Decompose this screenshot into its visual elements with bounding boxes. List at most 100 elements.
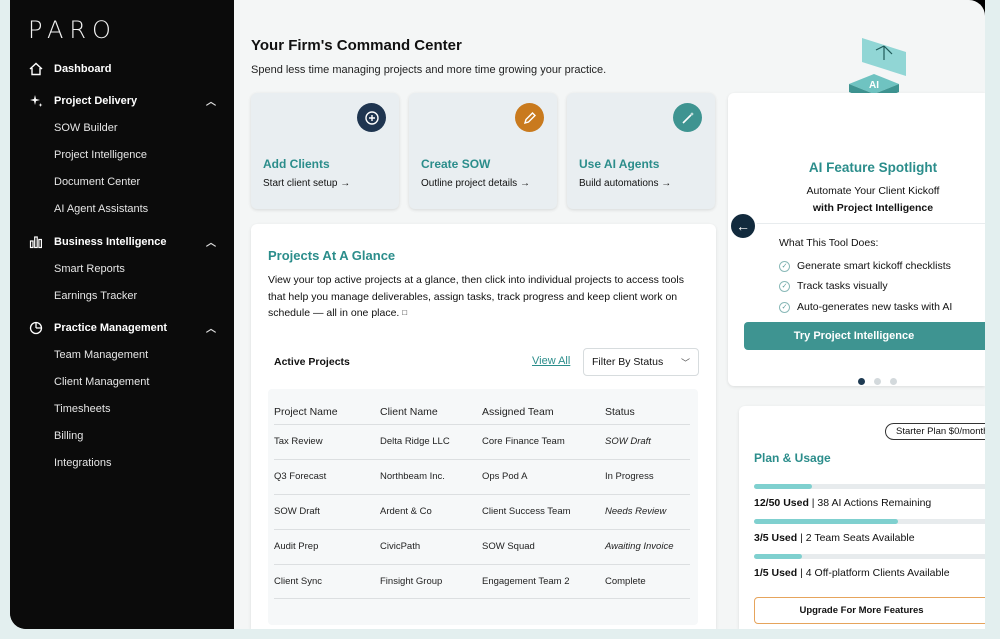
chevron-up-icon[interactable]: ︿ bbox=[206, 93, 216, 108]
usage-bar-fill bbox=[754, 519, 898, 524]
cell-client: Northbeam Inc. bbox=[380, 471, 445, 482]
carousel-dot[interactable] bbox=[874, 378, 881, 385]
sidebar-item-team-management[interactable]: Team Management bbox=[54, 349, 148, 361]
projects-description: View your top active projects at a glanc… bbox=[268, 274, 684, 319]
cell-status: SOW Draft bbox=[605, 436, 651, 447]
sidebar-item-document-center[interactable]: Document Center bbox=[54, 176, 140, 188]
cell-client: Finsight Group bbox=[380, 576, 443, 587]
sidebar-item-smart-reports[interactable]: Smart Reports bbox=[54, 263, 125, 275]
feature-text: Auto-generates new tasks with AI bbox=[797, 301, 953, 313]
sidebar-item-earnings-tracker[interactable]: Earnings Tracker bbox=[54, 290, 137, 302]
projects-table: Project Name Client Name Assigned Team S… bbox=[268, 389, 698, 625]
pie-chart-icon bbox=[28, 320, 44, 336]
sidebar-section-label: Project Delivery bbox=[54, 95, 138, 107]
sidebar-item-label: Dashboard bbox=[54, 63, 112, 75]
table-row[interactable]: Tax Review Delta Ridge LLC Core Finance … bbox=[274, 424, 690, 459]
try-project-intelligence-button[interactable]: Try Project Intelligence bbox=[744, 322, 985, 350]
cell-team: Client Success Team bbox=[482, 506, 571, 517]
check-circle-icon: ✓ bbox=[779, 260, 790, 272]
column-header: Project Name bbox=[274, 406, 338, 418]
page-subtitle: Spend less time managing projects and mo… bbox=[251, 64, 607, 76]
magic-wand-icon bbox=[673, 103, 702, 132]
chevron-up-icon[interactable]: ︿ bbox=[206, 234, 216, 249]
app-frame: PARO Dashboard Project Delivery ︿ SOW Bu… bbox=[10, 0, 985, 629]
usage-bar-fill bbox=[754, 554, 802, 559]
table-row[interactable]: Audit Prep CivicPath SOW Squad Awaiting … bbox=[274, 529, 690, 564]
cell-status: In Progress bbox=[605, 471, 654, 482]
sidebar-section-label: Practice Management bbox=[54, 322, 168, 334]
feature-item: ✓ Track tasks visually bbox=[779, 280, 888, 292]
usage-text: 1/5 Used | 4 Off-platform Clients Availa… bbox=[754, 567, 950, 579]
filter-label: Filter By Status bbox=[592, 356, 664, 368]
usage-text: 3/5 Used | 2 Team Seats Available bbox=[754, 532, 915, 544]
cell-client: CivicPath bbox=[380, 541, 421, 552]
plan-badge: Starter Plan $0/month bbox=[885, 423, 985, 440]
sidebar-item-dashboard[interactable]: Dashboard bbox=[28, 59, 111, 79]
table-row[interactable]: SOW Draft Ardent & Co Client Success Tea… bbox=[274, 494, 690, 529]
sparkle-icon bbox=[28, 93, 44, 109]
usage-bar bbox=[754, 554, 985, 559]
cell-team: Core Finance Team bbox=[482, 436, 565, 447]
sidebar-item-integrations[interactable]: Integrations bbox=[54, 457, 111, 469]
sidebar-item-billing[interactable]: Billing bbox=[54, 430, 83, 442]
page-title: Your Firm's Command Center bbox=[251, 37, 462, 54]
cell-project: SOW Draft bbox=[274, 506, 320, 517]
active-projects-label: Active Projects bbox=[274, 356, 350, 368]
sidebar-item-ai-agent-assistants[interactable]: AI Agent Assistants bbox=[54, 203, 148, 215]
spotlight-subtitle-line-1: Automate Your Client Kickoff bbox=[806, 185, 940, 197]
home-icon bbox=[28, 61, 44, 77]
cell-client: Delta Ridge LLC bbox=[380, 436, 450, 447]
cell-status: Complete bbox=[605, 576, 646, 587]
ai-chip-label: AI bbox=[869, 80, 879, 91]
carousel-dot[interactable] bbox=[890, 378, 897, 385]
plan-title: Plan & Usage bbox=[754, 451, 831, 465]
sidebar-section-practice-management[interactable]: Practice Management ︿ bbox=[28, 318, 216, 338]
feature-item: ✓ Auto-generates new tasks with AI bbox=[779, 301, 952, 313]
sidebar-section-project-delivery[interactable]: Project Delivery ︿ bbox=[28, 91, 216, 111]
card-link[interactable]: Build automations → bbox=[579, 178, 671, 189]
add-clients-card[interactable]: Add Clients Start client setup → bbox=[251, 93, 399, 209]
filter-by-status-select[interactable]: Filter By Status ﹀ bbox=[583, 348, 699, 376]
sidebar-item-timesheets[interactable]: Timesheets bbox=[54, 403, 110, 415]
cell-client: Ardent & Co bbox=[380, 506, 432, 517]
table-row[interactable]: Q3 Forecast Northbeam Inc. Ops Pod A In … bbox=[274, 459, 690, 494]
sidebar-item-sow-builder[interactable]: SOW Builder bbox=[54, 122, 118, 134]
create-sow-card[interactable]: Create SOW Outline project details → bbox=[409, 93, 557, 209]
chevron-up-icon[interactable]: ︿ bbox=[206, 320, 216, 335]
cell-team: SOW Squad bbox=[482, 541, 535, 552]
plan-usage-card: Starter Plan $0/month Plan & Usage 12/50… bbox=[739, 406, 985, 629]
sidebar-item-client-management[interactable]: Client Management bbox=[54, 376, 149, 388]
paro-logo[interactable]: PARO bbox=[28, 16, 117, 44]
projects-panel: Projects At A Glance View your top activ… bbox=[251, 224, 716, 629]
chevron-down-icon: ﹀ bbox=[680, 358, 690, 368]
spotlight-subtitle-line-2: with Project Intelligence bbox=[812, 202, 934, 214]
column-header: Client Name bbox=[380, 406, 438, 418]
card-link[interactable]: Start client setup → bbox=[263, 178, 350, 189]
bar-chart-icon bbox=[28, 234, 44, 250]
check-circle-icon: ✓ bbox=[779, 280, 790, 292]
card-title: Add Clients bbox=[263, 157, 330, 171]
card-link[interactable]: Outline project details → bbox=[421, 178, 530, 189]
cell-status: Needs Review bbox=[605, 506, 667, 517]
use-ai-agents-card[interactable]: Use AI Agents Build automations → bbox=[567, 93, 715, 209]
check-circle-icon: ✓ bbox=[779, 301, 790, 313]
upgrade-button[interactable]: Upgrade For More Features bbox=[754, 597, 985, 624]
arrow-left-icon[interactable]: ← bbox=[729, 212, 757, 240]
usage-bar-fill bbox=[754, 484, 812, 489]
view-all-link[interactable]: View All bbox=[532, 355, 570, 367]
carousel-dot[interactable] bbox=[858, 378, 865, 385]
sidebar-item-project-intelligence[interactable]: Project Intelligence bbox=[54, 149, 147, 161]
cell-status: Awaiting Invoice bbox=[605, 541, 674, 552]
cell-project: Client Sync bbox=[274, 576, 323, 587]
table-row[interactable]: Client Sync Finsight Group Engagement Te… bbox=[274, 564, 690, 599]
cell-project: Q3 Forecast bbox=[274, 471, 327, 482]
info-icon[interactable]: □ bbox=[402, 308, 407, 317]
sidebar-section-business-intelligence[interactable]: Business Intelligence ︿ bbox=[28, 232, 216, 252]
feature-text: Generate smart kickoff checklists bbox=[797, 260, 951, 272]
usage-bar bbox=[754, 484, 985, 489]
what-this-tool-does-label: What This Tool Does: bbox=[779, 237, 879, 249]
cell-project: Tax Review bbox=[274, 436, 323, 447]
sidebar: PARO Dashboard Project Delivery ︿ SOW Bu… bbox=[10, 0, 234, 629]
usage-text: 12/50 Used | 38 AI Actions Remaining bbox=[754, 497, 932, 509]
feature-text: Track tasks visually bbox=[797, 280, 888, 292]
